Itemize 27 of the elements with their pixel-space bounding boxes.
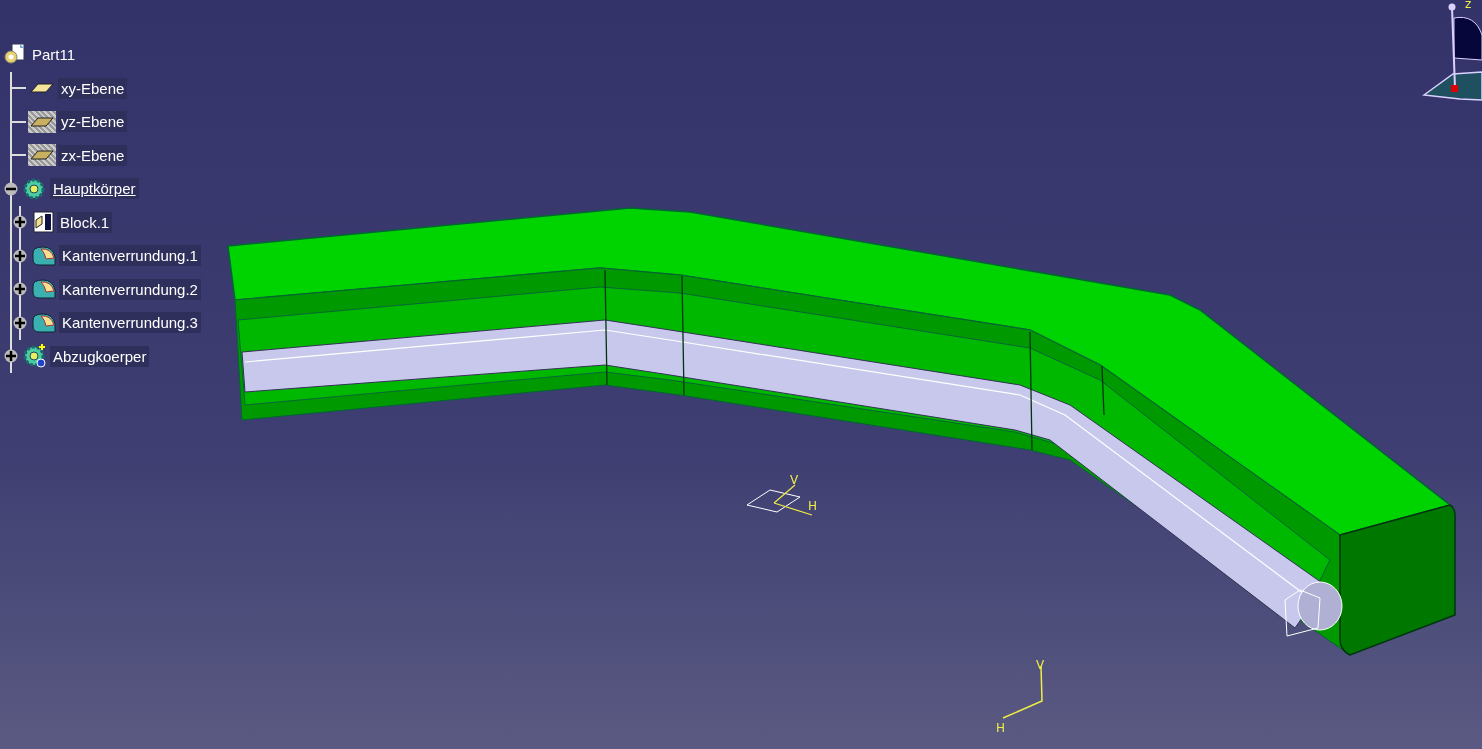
expand-toggle[interactable]: [13, 315, 27, 330]
tree-item[interactable]: Kantenverrundung.1: [59, 245, 201, 267]
expand-toggle[interactable]: [4, 349, 18, 364]
gear-icon: [22, 343, 48, 370]
tree-item[interactable]: yz-Ebene: [58, 111, 128, 133]
tree-item[interactable]: Abzugkoerper: [50, 345, 150, 367]
tree-item[interactable]: Block.1: [57, 211, 113, 233]
tree-item[interactable]: Hauptkörper: [50, 178, 139, 200]
block-icon: [31, 210, 55, 235]
fillet-icon: [31, 278, 57, 301]
tree-item[interactable]: zx-Ebene: [58, 144, 128, 166]
expand-toggle[interactable]: [13, 248, 27, 263]
expand-toggle[interactable]: [13, 215, 27, 230]
axis-label: z: [1465, 0, 1472, 11]
axis-label: H: [996, 721, 1006, 735]
tree-item[interactable]: Kantenverrundung.3: [59, 312, 201, 334]
axis-label: H: [808, 499, 818, 513]
axis-label: V: [1036, 658, 1045, 672]
part-icon: [3, 42, 27, 67]
fillet-icon: [31, 311, 57, 334]
collapse-toggle[interactable]: [4, 181, 18, 196]
fillet-icon: [31, 244, 57, 267]
tree-item[interactable]: xy-Ebene: [58, 77, 128, 99]
expand-toggle[interactable]: [13, 282, 27, 297]
tree-item[interactable]: Part11: [29, 44, 79, 66]
axis-label: V: [790, 473, 799, 487]
tree-item[interactable]: Kantenverrundung.2: [59, 278, 201, 300]
